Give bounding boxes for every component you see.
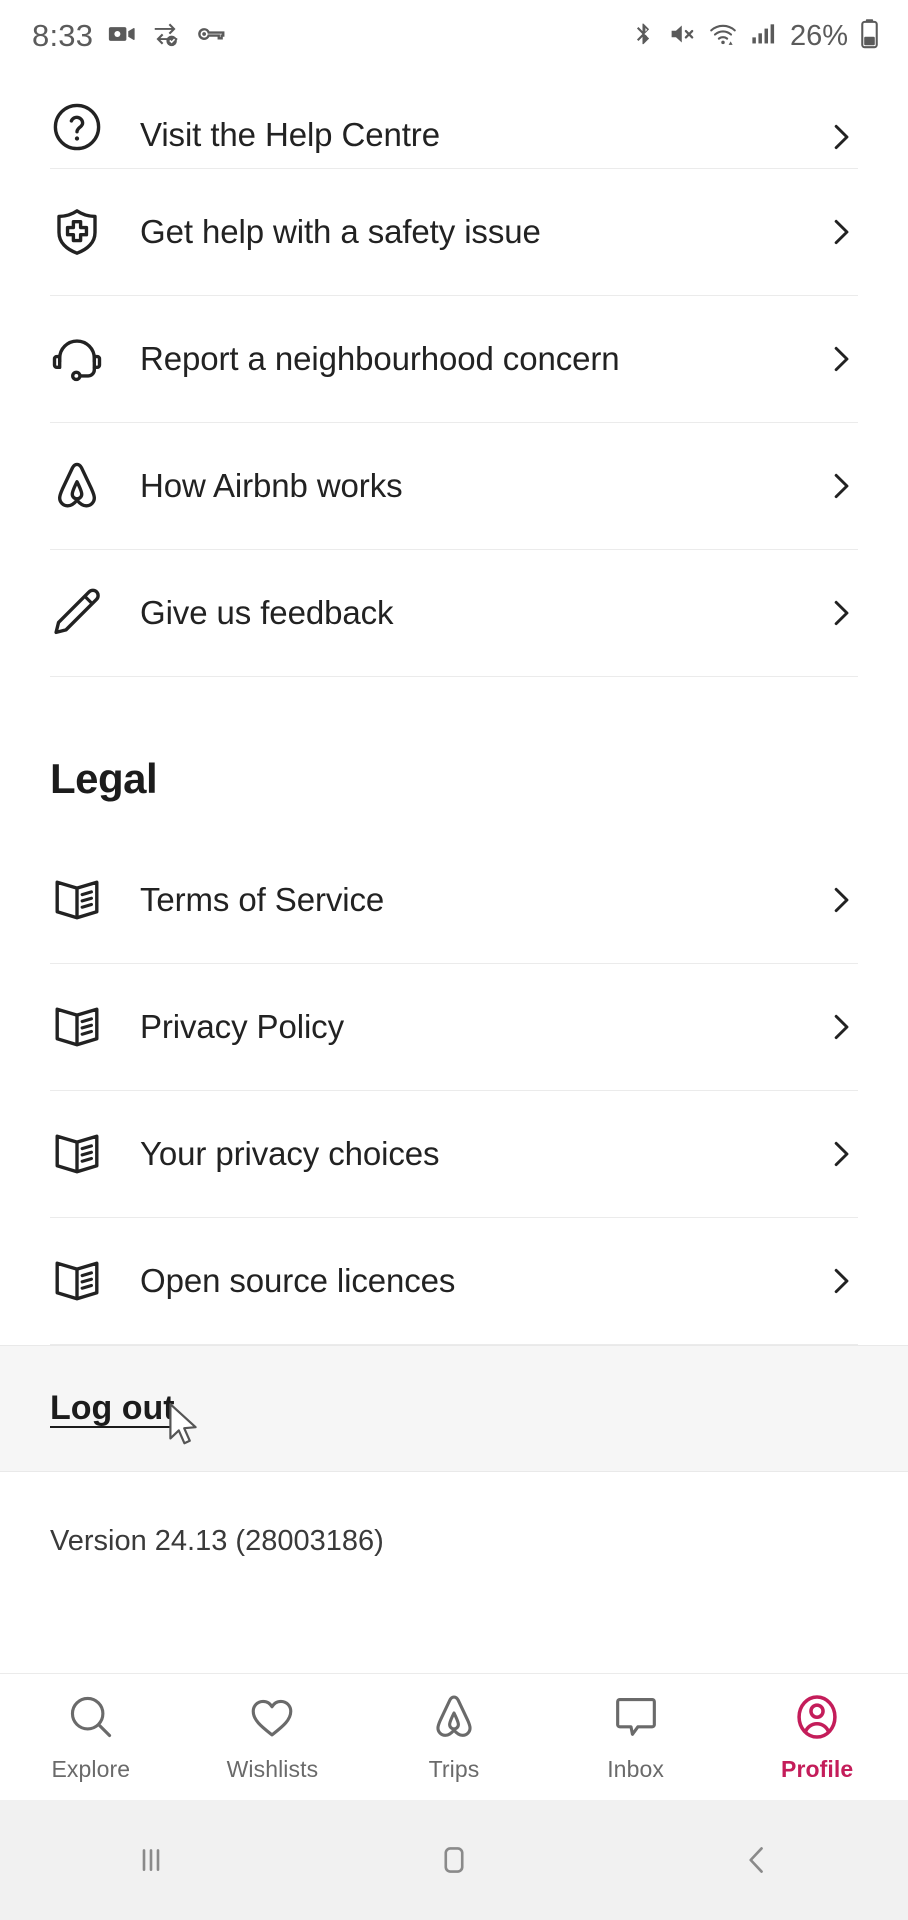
status-bar-right: 26%: [630, 18, 880, 54]
android-navigation-bar: [0, 1800, 908, 1920]
back-icon[interactable]: [605, 1839, 908, 1881]
document-book-icon: [50, 873, 106, 927]
chevron-right-icon: [824, 120, 858, 154]
status-bar-clock: 8:33: [32, 18, 94, 53]
app-screen: 8:33 26% Visit the Help Centre Get help …: [0, 0, 908, 1920]
list-item-privacy-policy[interactable]: Privacy Policy: [50, 964, 858, 1090]
support-list: Visit the Help Centre Get help with a sa…: [0, 72, 908, 677]
list-item-safety-issue[interactable]: Get help with a safety issue: [50, 169, 858, 295]
vpn-key-icon: [195, 19, 225, 54]
list-item-label: Get help with a safety issue: [140, 213, 541, 250]
airbnb-logo-icon: [50, 459, 106, 513]
list-item-neighbourhood-concern[interactable]: Report a neighbourhood concern: [50, 296, 858, 422]
list-item-label: Report a neighbourhood concern: [140, 340, 620, 377]
legal-list: Terms of Service Privacy Policy Your pri…: [0, 837, 908, 1345]
chevron-right-icon: [824, 1137, 858, 1171]
list-item-label: Your privacy choices: [140, 1135, 440, 1172]
cellular-signal-icon: [749, 19, 776, 54]
tab-label: Explore: [51, 1755, 131, 1782]
document-book-icon: [50, 1000, 106, 1054]
legal-section-heading: Legal: [50, 755, 158, 802]
list-item-give-feedback[interactable]: Give us feedback: [50, 550, 858, 676]
tab-profile[interactable]: Profile: [726, 1692, 908, 1783]
chat-bubble-icon: [611, 1692, 661, 1747]
chevron-right-icon: [824, 1010, 858, 1044]
tab-label: Profile: [781, 1755, 854, 1782]
bluetooth-icon: [630, 19, 657, 54]
user-circle-icon: [792, 1692, 842, 1747]
tab-trips[interactable]: Trips: [363, 1692, 545, 1783]
list-item-label: Open source licences: [140, 1262, 456, 1299]
list-item-label: How Airbnb works: [140, 467, 403, 504]
question-circle-icon: [50, 100, 106, 154]
tab-label: Trips: [428, 1755, 480, 1782]
shield-cross-icon: [50, 205, 106, 259]
document-book-icon: [50, 1127, 106, 1181]
heart-icon: [247, 1692, 297, 1747]
chevron-right-icon: [824, 215, 858, 249]
list-item-label: Privacy Policy: [140, 1008, 344, 1045]
list-item-label: Give us feedback: [140, 594, 394, 631]
search-icon: [66, 1692, 116, 1747]
document-book-icon: [50, 1254, 106, 1308]
logout-label: Log out: [50, 1389, 175, 1427]
headset-icon: [50, 332, 106, 386]
tab-label: Wishlists: [226, 1755, 319, 1782]
list-item-open-source-licences[interactable]: Open source licences: [50, 1218, 858, 1344]
list-item-your-privacy-choices[interactable]: Your privacy choices: [50, 1091, 858, 1217]
airbnb-logo-icon: [429, 1692, 479, 1747]
tab-inbox[interactable]: Inbox: [545, 1692, 727, 1783]
tab-label: Inbox: [607, 1755, 664, 1782]
settings-scroll-area[interactable]: Visit the Help Centre Get help with a sa…: [0, 72, 908, 1673]
battery-percent-label: 26%: [789, 19, 848, 52]
status-bar: 8:33 26%: [0, 0, 908, 72]
chevron-right-icon: [824, 1264, 858, 1298]
mouse-cursor-icon: [168, 1402, 202, 1450]
battery-icon: [859, 18, 880, 54]
home-icon[interactable]: [303, 1839, 606, 1881]
tab-wishlists[interactable]: Wishlists: [182, 1692, 364, 1783]
chevron-right-icon: [824, 883, 858, 917]
list-item-label: Visit the Help Centre: [140, 116, 440, 153]
data-saver-icon: [151, 19, 181, 54]
list-item-label: Terms of Service: [140, 881, 385, 918]
bottom-tab-bar: Explore Wishlists Trips Inbox Profile: [0, 1673, 908, 1800]
list-item-how-airbnb-works[interactable]: How Airbnb works: [50, 423, 858, 549]
logout-button[interactable]: Log out: [0, 1345, 908, 1472]
status-bar-left: 8:33: [32, 18, 225, 54]
app-version-label: Version 24.13 (28003186): [50, 1525, 384, 1557]
wifi-icon: [708, 19, 738, 54]
camera-recording-icon: [107, 19, 137, 54]
tab-explore[interactable]: Explore: [0, 1692, 182, 1783]
chevron-right-icon: [824, 342, 858, 376]
chevron-right-icon: [824, 596, 858, 630]
pencil-icon: [50, 586, 106, 640]
list-item-visit-help-centre[interactable]: Visit the Help Centre: [50, 72, 858, 168]
list-item-terms-of-service[interactable]: Terms of Service: [50, 837, 858, 963]
mute-icon: [668, 19, 697, 54]
recents-icon[interactable]: [0, 1839, 303, 1881]
chevron-right-icon: [824, 469, 858, 503]
